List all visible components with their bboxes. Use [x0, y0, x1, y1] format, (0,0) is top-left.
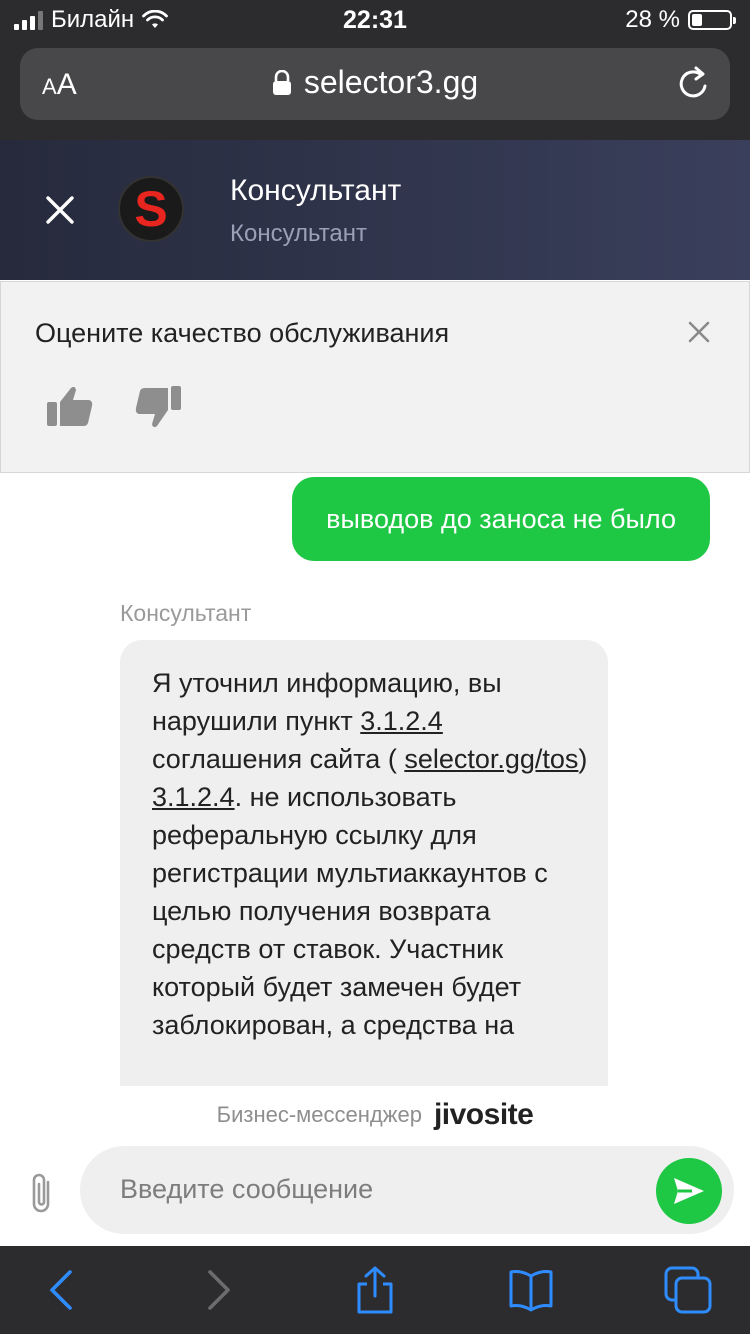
rule-link[interactable]: 3.1.2.4	[360, 706, 443, 736]
lock-icon	[272, 69, 291, 95]
status-bar: Билайн 22:31 28 %	[0, 0, 750, 40]
avatar: S	[118, 176, 184, 242]
thumbs-down-icon[interactable]	[133, 382, 183, 432]
agent-message-text: Я уточнил информацию, вы нарушили пункт	[152, 668, 502, 736]
message-input-container	[80, 1146, 734, 1234]
thumbs-up-icon[interactable]	[45, 382, 95, 432]
battery-icon	[688, 10, 736, 30]
agent-message-text: соглашения сайта (	[152, 744, 405, 774]
tos-link[interactable]: selector.gg/tos	[404, 744, 578, 774]
agent-message-bubble: Я уточнил информацию, вы нарушили пункт …	[120, 640, 608, 1086]
close-icon[interactable]	[687, 320, 711, 344]
close-icon[interactable]	[42, 192, 78, 228]
tabs-icon[interactable]	[664, 1266, 712, 1314]
message-input[interactable]	[120, 1164, 640, 1214]
send-icon	[674, 1178, 704, 1204]
rating-panel: Оцените качество обслуживания	[0, 281, 750, 473]
forward-icon[interactable]	[194, 1266, 242, 1314]
avatar-letter: S	[134, 181, 168, 237]
agent-name: Консультант	[230, 174, 402, 207]
agent-message-text: )	[578, 744, 588, 774]
browser-top-bar: AA selector3.gg	[0, 40, 750, 140]
browser-toolbar	[0, 1246, 750, 1334]
url-bar[interactable]: AA selector3.gg	[20, 48, 730, 120]
paperclip-icon[interactable]	[26, 1170, 58, 1216]
branding-label: Бизнес-мессенджер	[216, 1102, 422, 1127]
rule-link[interactable]: 3.1.2.4	[152, 782, 235, 812]
agent-role: Консультант	[230, 220, 368, 247]
url-text: selector3.gg	[303, 64, 479, 100]
reload-icon[interactable]	[674, 64, 714, 104]
bookmarks-icon[interactable]	[507, 1266, 555, 1314]
chat-header: S Консультант Консультант	[0, 140, 750, 280]
share-icon[interactable]	[351, 1266, 399, 1314]
battery-percent: 28 %	[625, 6, 680, 33]
rating-title: Оцените качество обслуживания	[35, 318, 450, 348]
agent-label: Консультант	[120, 600, 252, 626]
send-button[interactable]	[656, 1158, 722, 1224]
user-message-bubble: выводов до заноса не было	[292, 477, 710, 561]
user-message-text: выводов до заноса не было	[326, 503, 676, 534]
branding[interactable]: Бизнес-мессенджер jivosite	[0, 1092, 750, 1138]
url-display[interactable]: selector3.gg	[20, 64, 730, 101]
jivosite-logo: jivosite	[433, 1098, 534, 1131]
agent-message-text: . не использовать реферальную ссылку для…	[152, 782, 548, 1040]
status-right: 28 %	[625, 6, 736, 34]
back-icon[interactable]	[38, 1266, 86, 1314]
